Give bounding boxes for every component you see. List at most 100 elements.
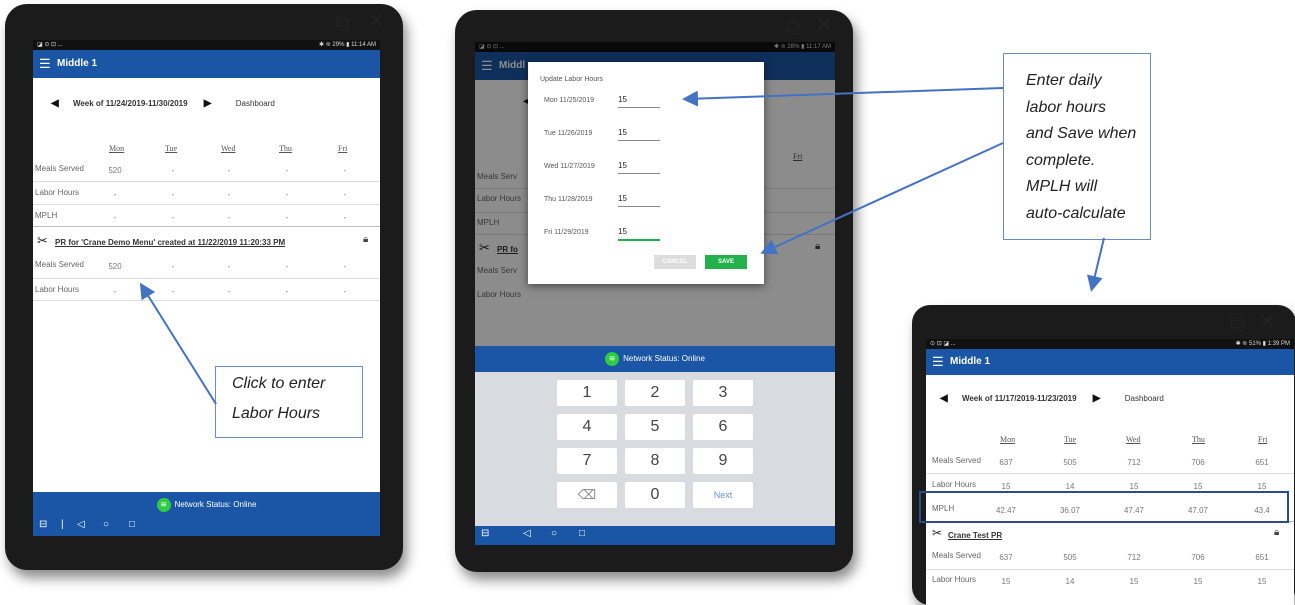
key-4[interactable]: 4 [557,414,617,440]
tablet-3: ⧉ ✕ ⊙ ⊡ ◪ ... ✱ ≋ 51% ▮ 1:39 PM ☰ Middle… [912,305,1295,605]
close-x-icon[interactable]: ✕ [1258,309,1276,335]
divider [33,181,380,182]
day-mon: Mon [109,144,125,153]
labor-hours-input[interactable]: 15 [618,194,660,207]
labor-hours-cell[interactable]: 15 [1114,482,1154,491]
home-icon[interactable]: ○ [551,528,557,539]
update-labor-hours-dialog: Update Labor Hours Mon 11/25/2019 15 Tue… [528,62,764,284]
wifi-icon: ≋ [156,497,171,512]
back-icon[interactable]: ◁ [77,519,85,530]
labor-hours-cell[interactable]: - [95,287,135,296]
labor-hours-cell[interactable]: 15 [1242,577,1282,586]
save-button[interactable]: SAVE [705,255,747,269]
cell: - [171,166,175,175]
day-thu: Thu [279,144,292,153]
labor-hours-cell[interactable]: 15 [986,482,1026,491]
labor-hours-cell[interactable]: - [325,287,365,296]
day-mon: Mon [1000,435,1016,444]
labor-hours-cell[interactable]: - [267,190,307,199]
key-9[interactable]: 9 [693,448,753,474]
key-6[interactable]: 6 [693,414,753,440]
external-link-icon[interactable]: ⧉ [335,10,351,36]
close-x-icon[interactable]: ✕ [367,8,385,34]
key-0[interactable]: 0 [625,482,685,508]
entry-date: Thu 11/28/2019 [544,196,593,203]
next-week-icon[interactable]: ▶ [1093,393,1101,404]
nav-separator: | [61,519,64,530]
close-x-icon[interactable]: ✕ [815,12,833,38]
external-link-icon[interactable]: ⧉ [785,14,801,40]
labor-hours-cell[interactable]: 15 [1242,482,1282,491]
cell: - [343,213,347,222]
android-nav-bar: ⊟ ◁ ○ □ [475,526,835,545]
recents-icon[interactable]: □ [579,528,585,539]
cancel-button[interactable]: CANCEL [654,255,696,269]
divider [926,473,1294,474]
back-icon[interactable]: ◁ [523,528,531,539]
labor-hours-input[interactable]: 15 [618,161,660,174]
labor-hours-cell[interactable]: 15 [1178,577,1218,586]
external-link-icon[interactable]: ⧉ [1230,311,1246,337]
pr-title-link[interactable]: Crane Test PR [948,531,1002,540]
status-right: ✱ ≋ 51% ▮ 1:39 PM [1235,341,1290,347]
entry-date: Wed 11/27/2019 [544,163,595,170]
labor-hours-cell[interactable]: - [153,190,193,199]
cell: 712 [1127,458,1141,467]
labor-hours-input[interactable]: 15 [618,227,660,241]
divider [926,569,1294,570]
key-1[interactable]: 1 [557,380,617,406]
next-week-icon[interactable]: ▶ [204,98,212,109]
labor-hours-cell[interactable]: 15 [1114,577,1154,586]
dashboard-link[interactable]: Dashboard [1125,394,1164,403]
home-icon[interactable]: ○ [103,519,109,530]
prev-week-icon[interactable]: ◀ [940,393,948,404]
cell: - [285,262,289,271]
labor-hours-cell[interactable]: 15 [1178,482,1218,491]
labor-hours-cell[interactable]: - [95,190,135,199]
key-2[interactable]: 2 [625,380,685,406]
key-8[interactable]: 8 [625,448,685,474]
app-title: Middle 1 [950,356,991,367]
recents-icon[interactable]: □ [129,519,135,530]
labor-hours-cell[interactable]: 15 [986,577,1026,586]
backspace-key-icon[interactable]: ⌫ [557,482,617,508]
labor-hours-cell[interactable]: 14 [1050,577,1090,586]
cell: 637 [999,458,1013,467]
next-key[interactable]: Next [693,482,753,508]
dashboard-link[interactable]: Dashboard [236,99,275,108]
teamviewer-icon[interactable]: ⊟ [481,528,489,539]
prev-week-icon[interactable]: ◀ [51,98,59,109]
pr-title-link[interactable]: PR for 'Crane Demo Menu' created at 11/2… [55,238,285,247]
app-bar: ☰ Middle 1 [33,50,380,78]
numeric-keypad: 1 2 3 4 5 6 7 8 9 ⌫ 0 Next [475,372,835,526]
labor-hours-cell[interactable]: - [267,287,307,296]
labor-hours-cell[interactable]: 14 [1050,482,1090,491]
divider [33,204,380,205]
hamburger-menu-icon[interactable]: ☰ [39,50,51,78]
android-nav-bar: ⊟ | ◁ ○ □ [33,518,380,536]
labor-hours-cell[interactable]: - [325,190,365,199]
cell: 520 [108,166,122,175]
cell: 651 [1255,458,1269,467]
teamviewer-icon[interactable]: ⊟ [39,519,47,530]
wifi-icon: ≋ [605,351,620,366]
key-7[interactable]: 7 [557,448,617,474]
labor-hours-cell[interactable]: - [209,190,249,199]
labor-hours-cell[interactable]: - [209,287,249,296]
day-fri: Fri [1258,435,1268,444]
day-wed: Wed [221,144,236,153]
cell: - [285,213,289,222]
day-wed: Wed [1126,435,1141,444]
utensils-icon: ✂ [37,233,48,248]
labor-hours-input[interactable]: 15 [618,128,660,141]
key-5[interactable]: 5 [625,414,685,440]
labor-hours-cell[interactable]: - [153,287,193,296]
labor-hours-input[interactable]: 15 [618,95,660,108]
key-3[interactable]: 3 [693,380,753,406]
app-bar: ☰ Middle 1 [926,349,1294,375]
hamburger-menu-icon[interactable]: ☰ [932,349,944,375]
callout-line: complete. [1026,151,1096,169]
screen: ⊙ ⊡ ◪ ... ✱ ≋ 51% ▮ 1:39 PM ☰ Middle 1 ◀… [926,339,1294,605]
entry-date: Mon 11/25/2019 [544,97,595,104]
status-icons: ⊙ ⊡ ◪ ... [930,341,956,347]
